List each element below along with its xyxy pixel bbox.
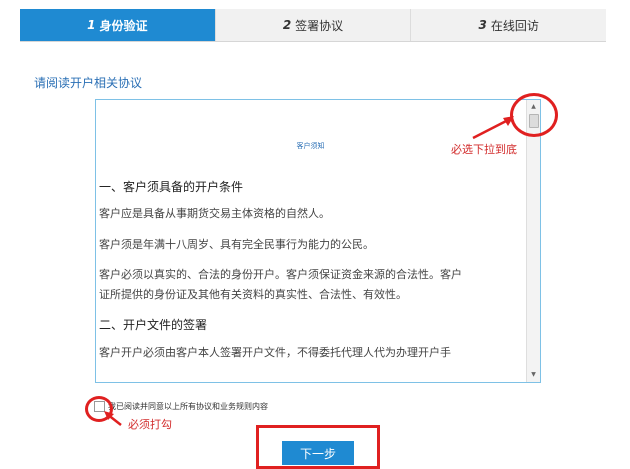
check-hint-arrow-icon: [104, 411, 122, 426]
step-1-label: 身份验证: [99, 18, 148, 33]
step-1: 1 身份验证: [20, 9, 215, 41]
agreement-heading-1: 一、客户须具备的开户条件: [99, 180, 244, 194]
step-2-number: 2: [282, 18, 292, 32]
agreement-paragraph-2: 客户须是年满十八周岁、具有完全民事行为能力的公民。: [99, 238, 374, 251]
agreement-paragraph-3-line-2: 证所提供的身份证及其他有关资料的真实性、合法性、有效性。: [99, 288, 407, 301]
section-title: 请阅读开户相关协议: [34, 76, 143, 90]
check-hint-label: 必须打勾: [128, 418, 172, 431]
agreement-paragraph-4: 客户开户必须由客户本人签署开户文件，不得委托代理人代为办理开户手: [99, 346, 451, 359]
agreement-paragraph-3-line-1: 客户必须以真实的、合法的身份开户。客户须保证资金来源的合法性。客户: [99, 268, 462, 281]
step-2-label: 签署协议: [295, 18, 344, 33]
agree-label: 我已阅读并同意以上所有协议和业务规则内容: [108, 402, 268, 411]
scroll-hint-label: 必选下拉到底: [451, 143, 517, 156]
agreement-paragraph-1: 客户应是具备从事期货交易主体资格的自然人。: [99, 207, 330, 220]
next-button[interactable]: 下一步: [282, 441, 354, 465]
step-1-number: 1: [87, 18, 96, 32]
step-3-label: 在线回访: [490, 18, 539, 33]
step-progress-bar: 1 身份验证 2 签署协议 3 在线回访: [20, 9, 606, 42]
agreement-heading-2: 二、开户文件的签署: [99, 318, 208, 332]
scroll-down-arrow-icon[interactable]: ▼: [528, 370, 539, 380]
agreement-scrollbar[interactable]: ▲ ▼: [526, 100, 540, 382]
step-2: 2 签署协议: [214, 9, 411, 41]
scroll-hint-arrow-icon: [472, 116, 514, 140]
step-3-number: 3: [478, 18, 487, 32]
step-3: 3 在线回访: [410, 9, 606, 41]
